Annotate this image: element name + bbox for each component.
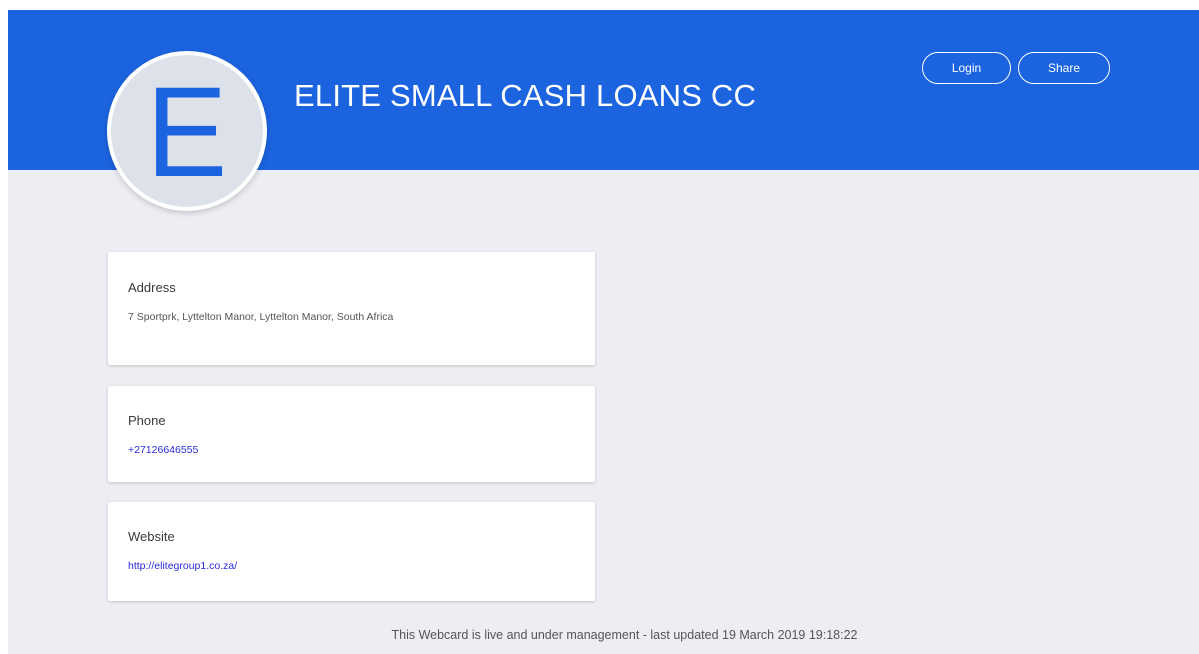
phone-label: Phone xyxy=(128,413,166,428)
phone-link[interactable]: +27126646555 xyxy=(128,444,198,456)
company-avatar: E xyxy=(107,51,267,211)
address-card: Address 7 Sportprk, Lyttelton Manor, Lyt… xyxy=(108,252,595,365)
webcard-page: ELITE SMALL CASH LOANS CC Login Share E … xyxy=(8,10,1199,654)
website-link[interactable]: http://elitegroup1.co.za/ xyxy=(128,560,237,572)
login-button[interactable]: Login xyxy=(922,52,1011,84)
website-label: Website xyxy=(128,529,175,544)
company-title: ELITE SMALL CASH LOANS CC xyxy=(294,78,757,113)
address-value: 7 Sportprk, Lyttelton Manor, Lyttelton M… xyxy=(128,311,394,323)
footer-status: This Webcard is live and under managemen… xyxy=(8,628,1199,642)
address-label: Address xyxy=(128,280,176,295)
website-card: Website http://elitegroup1.co.za/ xyxy=(108,502,595,601)
avatar-letter: E xyxy=(146,61,228,204)
phone-card: Phone +27126646555 xyxy=(108,386,595,482)
share-button[interactable]: Share xyxy=(1018,52,1110,84)
footer-status-text: This Webcard is live and under managemen… xyxy=(391,628,858,642)
